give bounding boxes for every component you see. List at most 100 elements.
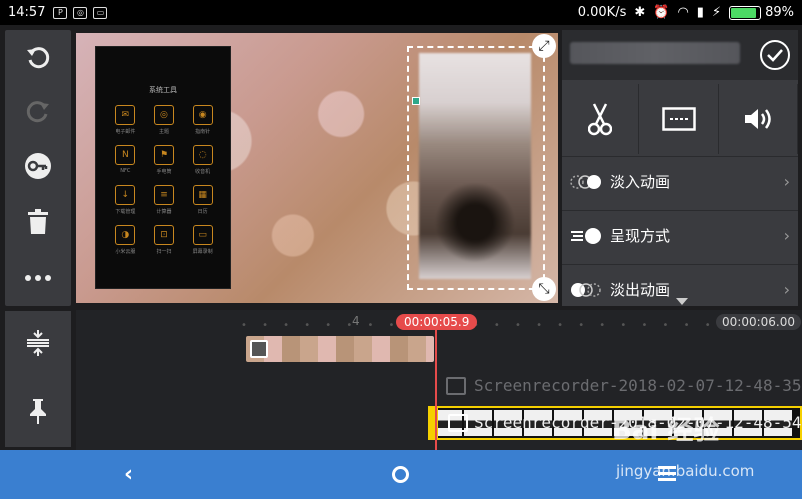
volume-button[interactable] <box>720 84 798 154</box>
battery-icon <box>729 5 762 20</box>
check-icon <box>767 49 783 62</box>
app-label: 计算器 <box>156 209 172 215</box>
trash-icon <box>28 209 48 234</box>
watermark-logo: Bai 经验 <box>612 416 720 446</box>
panel-header <box>562 30 798 80</box>
app-tile: ⚑ 手电筒 <box>145 145 184 175</box>
caption-button[interactable] <box>641 84 719 154</box>
app-icon: ◑ <box>115 225 136 245</box>
playhead[interactable] <box>435 330 437 452</box>
present-icon <box>562 227 610 245</box>
redo-button[interactable] <box>5 92 71 132</box>
pin-icon <box>30 399 46 424</box>
app-icon: ≡ <box>153 185 174 205</box>
app-icon: ↓ <box>115 185 136 205</box>
keyframe-button[interactable] <box>5 146 71 186</box>
app-tile: N NFC <box>106 145 145 175</box>
image-layer-clip[interactable] <box>246 336 434 362</box>
battery-percent: 89% <box>765 5 794 20</box>
track-spacing-icon <box>27 330 49 356</box>
key-icon <box>25 153 51 179</box>
caption-icon <box>662 107 697 131</box>
notification-icon: ▭ <box>93 6 108 19</box>
fade-in-menu-item[interactable]: 淡入动画 › <box>562 156 798 206</box>
app-tile: ≡ 计算器 <box>145 185 184 215</box>
undo-icon <box>27 47 50 69</box>
app-tile: ▦ 日历 <box>183 185 222 215</box>
total-duration: 00:00:06.00 <box>716 314 801 330</box>
app-icon: ◎ <box>153 105 174 125</box>
resize-handle-bottom[interactable]: ⤡ <box>532 277 556 301</box>
layer-name-blurred <box>570 42 740 64</box>
status-time: 14:57 <box>8 5 46 20</box>
app-icon: ⚑ <box>153 145 174 165</box>
overlay-anchor-handle[interactable] <box>412 97 420 105</box>
present-menu-item[interactable]: 呈现方式 › <box>562 210 798 260</box>
present-label: 呈现方式 <box>610 227 671 245</box>
home-button[interactable] <box>392 466 409 483</box>
app-icon: ⊡ <box>153 225 174 245</box>
video-track-label: Screenrecorder-2018-02-07-12-48-35-93 <box>474 376 802 395</box>
app-tile: ◎ 主题 <box>145 105 184 135</box>
app-label: 主题 <box>158 129 169 135</box>
delete-button[interactable] <box>5 202 71 242</box>
wifi-icon: ◠ <box>677 5 689 20</box>
fade-out-label: 淡出动画 <box>610 281 671 299</box>
app-tile: ↓ 下载管理 <box>106 185 145 215</box>
app-tile: ◑ 小米云服 <box>106 225 145 255</box>
app-window: 14:57 P ◎ ▭ 0.00K/s ✱ ⏰ ◠ ▮ ⚡ 89% 系统工具 ✉… <box>0 0 802 499</box>
app-icon: ▦ <box>192 185 213 205</box>
split-button[interactable] <box>562 84 640 154</box>
layer-options-panel: 淡入动画 › 呈现方式 › 淡出动画 › <box>562 30 798 306</box>
scroll-more-indicator[interactable] <box>676 298 688 305</box>
app-icon: ▭ <box>192 225 213 245</box>
app-grid: ✉ 电子邮件 ◎ 主题 ◉ 指南针 N NFC ⚑ 手电筒 ◌ 收音机 ↓ 下载管理 ≡ 计算器 ▦ 日历 ◑ 小米云… <box>106 105 222 255</box>
fade-in-icon <box>562 174 610 190</box>
scissors-icon <box>588 103 613 136</box>
app-label: 下载管理 <box>115 209 136 215</box>
app-label: 扫一扫 <box>156 249 172 255</box>
playhead-time[interactable]: 00:00:05.9 <box>396 314 478 330</box>
battery-fill <box>731 7 756 18</box>
notification-icon: ◎ <box>73 6 88 19</box>
back-button[interactable]: ‹ <box>124 462 133 487</box>
pin-button[interactable] <box>5 391 71 431</box>
app-icon: N <box>115 145 136 165</box>
more-icon <box>25 275 51 281</box>
app-label: 小米云服 <box>115 249 136 255</box>
video-preview[interactable]: 系统工具 ✉ 电子邮件 ◎ 主题 ◉ 指南针 N NFC ⚑ 手电筒 ◌ 收音机 ↓ 下载管理 ≡ 计算器 ▦ 日… <box>76 33 558 303</box>
tool-row <box>562 84 798 154</box>
alarm-icon: ⏰ <box>653 5 670 20</box>
expand-icon: ⤡ <box>538 281 550 297</box>
ruler-mark: 4 <box>352 314 360 328</box>
resize-handle-top[interactable]: ⤢ <box>532 34 556 58</box>
status-right: 0.00K/s ✱ ⏰ ◠ ▮ ⚡ 89% <box>578 5 794 20</box>
track-spacing-button[interactable] <box>5 323 71 363</box>
confirm-button[interactable] <box>760 40 790 70</box>
fade-in-label: 淡入动画 <box>610 173 671 191</box>
app-label: 收音机 <box>195 169 211 175</box>
undo-button[interactable] <box>5 38 71 78</box>
app-label: 屏幕录制 <box>192 249 213 255</box>
film-icon <box>448 414 468 432</box>
time-ruler: • • • • • • • • • • • • • • • • • • • • … <box>241 320 759 331</box>
signal-icon: ▮ <box>696 5 704 20</box>
app-label: 指南针 <box>195 129 211 135</box>
image-icon <box>250 340 268 358</box>
app-tile: ▭ 屏幕录制 <box>183 225 222 255</box>
app-label: NFC <box>120 168 131 174</box>
app-tile: ◌ 收音机 <box>183 145 222 175</box>
timeline-tools <box>5 311 71 447</box>
phone-screenshot-layer: 系统工具 ✉ 电子邮件 ◎ 主题 ◉ 指南针 N NFC ⚑ 手电筒 ◌ 收音机 ↓ 下载管理 ≡ 计算器 ▦ 日… <box>95 46 231 289</box>
chevron-right-icon: › <box>783 226 790 245</box>
network-speed: 0.00K/s <box>577 5 627 20</box>
overlay-selection-frame[interactable] <box>407 46 545 290</box>
app-label: 日历 <box>197 209 208 215</box>
phone-folder-title: 系统工具 <box>149 86 177 94</box>
charging-icon: ⚡ <box>711 5 722 20</box>
more-button[interactable] <box>5 258 71 298</box>
bluetooth-icon: ✱ <box>634 5 646 20</box>
app-icon: ◌ <box>192 145 213 165</box>
app-tile: ◉ 指南针 <box>183 105 222 135</box>
watermark-url: jingyan.baidu.com <box>616 462 755 480</box>
